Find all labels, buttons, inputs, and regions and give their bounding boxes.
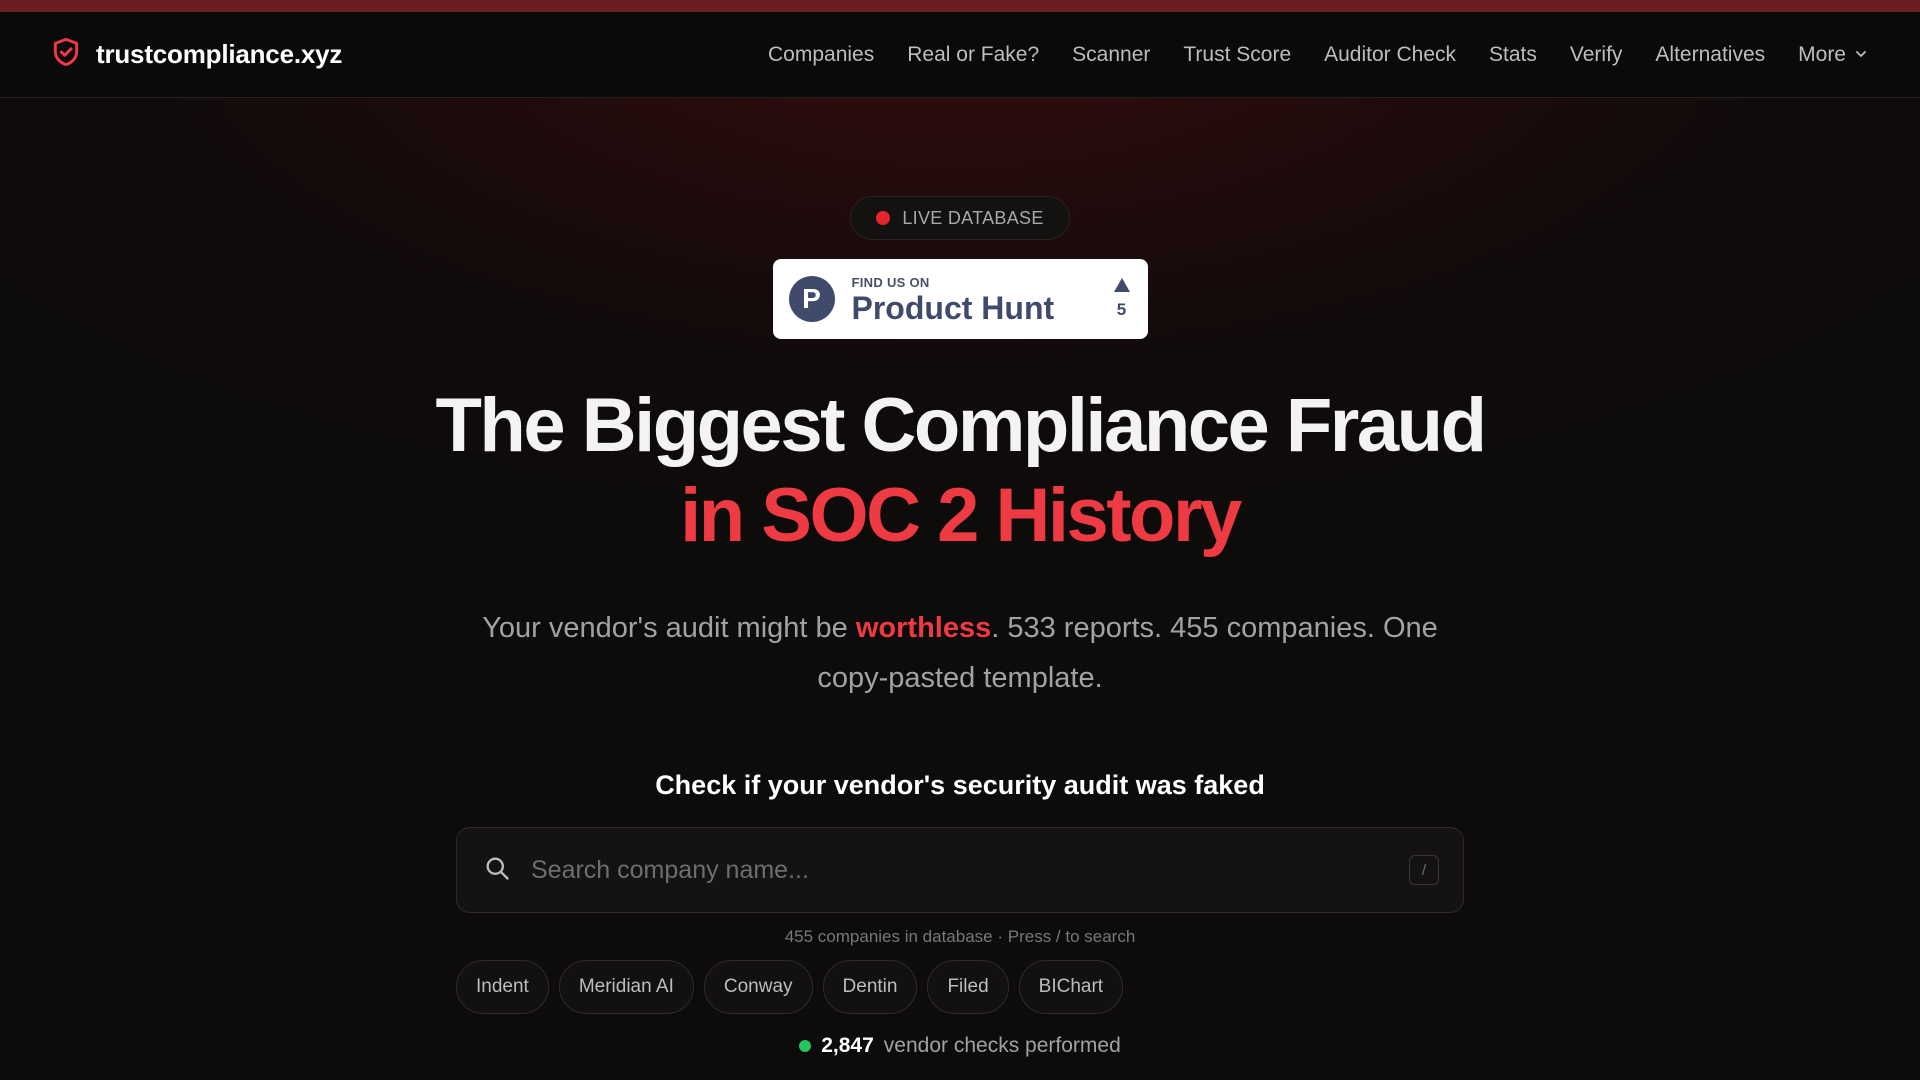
suggestion-chip-dentin[interactable]: Dentin bbox=[822, 960, 918, 1014]
upvote-triangle-icon bbox=[1113, 278, 1130, 300]
nav-more[interactable]: More bbox=[1798, 43, 1868, 67]
hero-subtitle: Your vendor's audit might be worthless. … bbox=[460, 603, 1460, 703]
chevron-down-icon bbox=[1854, 43, 1868, 67]
hero-title: The Biggest Compliance Fraud in SOC 2 Hi… bbox=[435, 381, 1487, 561]
product-hunt-name: Product Hunt bbox=[851, 289, 1055, 326]
nav-alternatives[interactable]: Alternatives bbox=[1655, 43, 1765, 67]
main-nav: Companies Real or Fake? Scanner Trust Sc… bbox=[768, 43, 1868, 67]
live-indicator-dot bbox=[876, 211, 891, 225]
nav-real-or-fake[interactable]: Real or Fake? bbox=[907, 43, 1039, 67]
live-badge-label: LIVE DATABASE bbox=[902, 207, 1044, 228]
brand-link[interactable]: trustcompliance.xyz bbox=[50, 36, 342, 73]
product-hunt-text: FIND US ON Product Hunt bbox=[852, 275, 1055, 324]
nav-companies[interactable]: Companies bbox=[768, 43, 874, 67]
shield-check-icon bbox=[50, 36, 82, 73]
nav-scanner[interactable]: Scanner bbox=[1072, 43, 1150, 67]
product-hunt-find-us: FIND US ON bbox=[851, 274, 930, 290]
top-accent-bar bbox=[0, 0, 1920, 12]
product-hunt-logo-icon: P bbox=[788, 276, 835, 322]
nav-stats[interactable]: Stats bbox=[1489, 43, 1537, 67]
suggestion-chip-meridian-ai[interactable]: Meridian AI bbox=[558, 960, 694, 1014]
vendor-checks-label: vendor checks performed bbox=[883, 1034, 1121, 1057]
hero-title-line2: in SOC 2 History bbox=[680, 473, 1242, 558]
nav-auditor-check[interactable]: Auditor Check bbox=[1324, 43, 1456, 67]
nav-trust-score[interactable]: Trust Score bbox=[1183, 43, 1291, 67]
vendor-checks-count: 2,847 bbox=[821, 1034, 874, 1057]
search-heading: Check if your vendor's security audit wa… bbox=[655, 770, 1265, 800]
site-header: trustcompliance.xyz Companies Real or Fa… bbox=[0, 12, 1920, 98]
page: trustcompliance.xyz Companies Real or Fa… bbox=[0, 0, 1920, 1080]
search-icon bbox=[483, 854, 511, 887]
product-hunt-votes: 5 bbox=[1113, 278, 1130, 320]
database-note: 455 companies in database · Press / to s… bbox=[784, 927, 1136, 946]
product-hunt-badge[interactable]: P FIND US ON Product Hunt 5 bbox=[772, 259, 1148, 339]
suggestion-chip-indent[interactable]: Indent bbox=[456, 960, 549, 1014]
hero-section: LIVE DATABASE P FIND US ON Product Hunt … bbox=[0, 98, 1920, 1058]
hero-title-line1: The Biggest Compliance Fraud bbox=[435, 383, 1487, 468]
suggestion-chip-filed[interactable]: Filed bbox=[927, 960, 1009, 1014]
vendor-checks-stat: 2,847 vendor checks performed bbox=[799, 1034, 1121, 1058]
subtitle-pre: Your vendor's audit might be bbox=[482, 612, 856, 644]
suggestion-chip-bichart[interactable]: BIChart bbox=[1018, 960, 1124, 1014]
subtitle-highlight: worthless bbox=[855, 612, 992, 644]
search-box: / bbox=[456, 827, 1464, 913]
brand-name: trustcompliance.xyz bbox=[96, 39, 343, 69]
search-shortcut-key: / bbox=[1409, 855, 1439, 885]
suggestion-chips: Indent Meridian AI Conway Dentin Filed B… bbox=[456, 960, 1124, 1014]
nav-verify[interactable]: Verify bbox=[1570, 43, 1623, 67]
nav-more-label: More bbox=[1798, 42, 1846, 66]
status-green-dot bbox=[799, 1040, 812, 1052]
suggestion-chip-conway[interactable]: Conway bbox=[703, 960, 813, 1014]
search-input[interactable] bbox=[531, 840, 1409, 900]
product-hunt-vote-count: 5 bbox=[1116, 300, 1127, 319]
live-database-badge: LIVE DATABASE bbox=[850, 196, 1070, 240]
